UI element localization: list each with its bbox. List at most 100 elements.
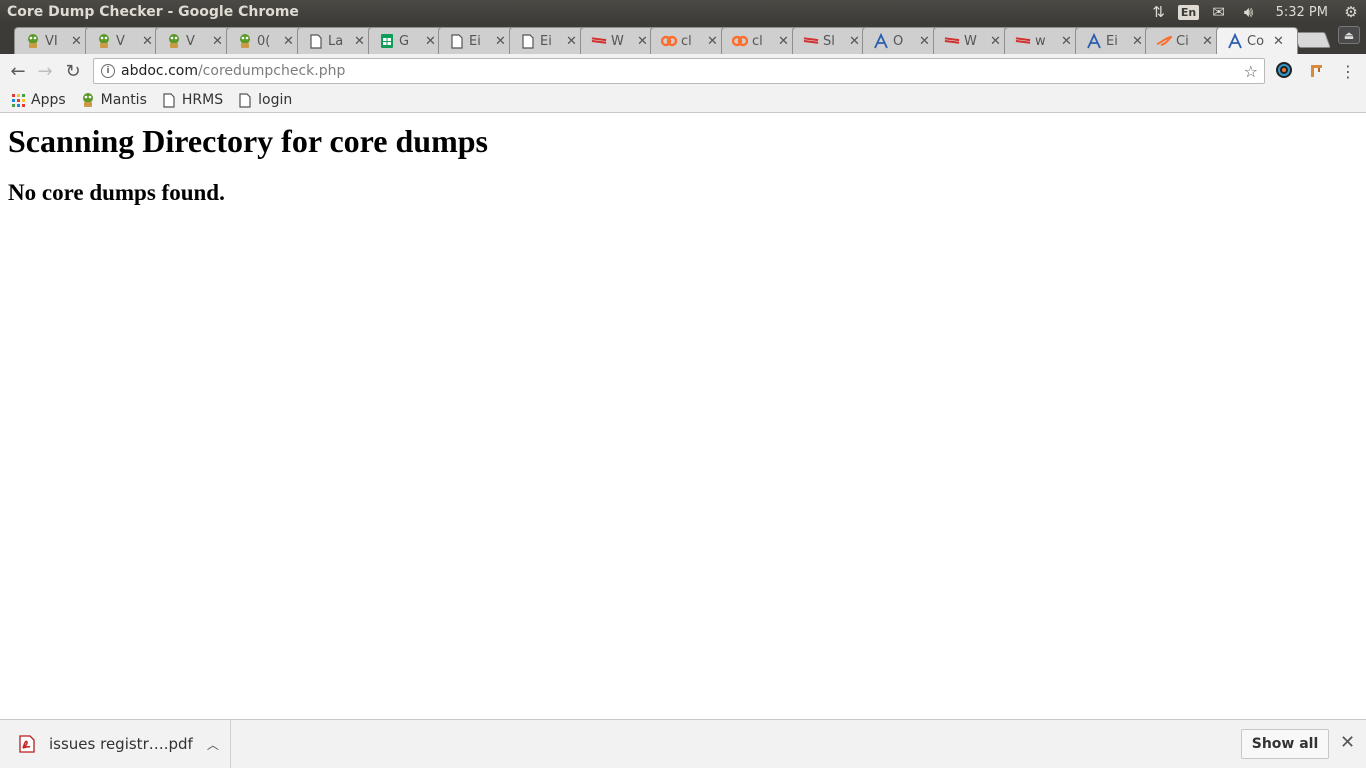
bookmark-label: Mantis: [100, 92, 147, 108]
tab-close-icon[interactable]: ✕: [990, 34, 1001, 49]
address-bar[interactable]: i abdoc.com/coredumpcheck.php ☆: [93, 58, 1265, 84]
close-icon[interactable]: ✕: [1340, 732, 1355, 753]
mantis-icon: [96, 33, 112, 49]
language-badge: En: [1177, 4, 1200, 20]
tab-close-icon[interactable]: ✕: [566, 34, 577, 49]
forward-arrow-icon[interactable]: →: [31, 57, 59, 85]
bookmark-label: Apps: [31, 92, 66, 108]
download-shelf: issues registr….pdf ︿ Show all ✕: [0, 719, 1366, 768]
extension-camera-icon[interactable]: [1274, 60, 1294, 80]
bookmark-label: login: [258, 92, 293, 108]
tab-close-icon[interactable]: ✕: [283, 34, 294, 49]
bird-icon: [1156, 33, 1173, 49]
tab-close-icon[interactable]: ✕: [495, 34, 506, 49]
show-all-button[interactable]: Show all: [1241, 729, 1329, 759]
browser-tab[interactable]: cl ✕: [721, 27, 803, 54]
page-content: Scanning Directory for core dumps No cor…: [0, 114, 1366, 719]
url-host: abdoc.com: [121, 63, 198, 79]
tab-title: G: [398, 33, 409, 49]
tab-title: V: [115, 33, 125, 49]
browser-tab[interactable]: Ei ✕: [508, 27, 591, 54]
pdf-file-icon: [19, 735, 35, 753]
bookmarks-bar: Apps Mantis HRMS login: [0, 88, 1366, 113]
bookmark-star-icon[interactable]: ☆: [1244, 62, 1258, 81]
tab-close-icon[interactable]: ✕: [425, 34, 436, 49]
volume-icon[interactable]: 🔊︎: [1238, 0, 1260, 24]
status-message: No core dumps found.: [8, 180, 225, 205]
bookmark-label: HRMS: [181, 92, 224, 108]
tab-close-icon[interactable]: ✕: [1273, 34, 1284, 49]
tab-title: cl: [752, 33, 763, 49]
keyboard-language-indicator[interactable]: En: [1177, 0, 1200, 24]
tab-title: 0(: [257, 33, 271, 49]
tab-close-icon[interactable]: ✕: [212, 34, 223, 49]
browser-tab[interactable]: cl ✕: [650, 27, 733, 54]
a-logo-icon: [1227, 33, 1243, 49]
tab-title: La: [327, 33, 344, 49]
tab-close-icon[interactable]: ✕: [354, 34, 365, 49]
page-icon: [237, 92, 253, 108]
tab-close-icon[interactable]: ✕: [71, 34, 82, 49]
browser-tab[interactable]: VI ✕: [14, 27, 96, 54]
mail-icon[interactable]: ✉: [1208, 0, 1230, 24]
browser-tab[interactable]: La ✕: [296, 27, 379, 54]
page-icon: [308, 33, 324, 49]
sheets-icon: [379, 33, 395, 49]
bookmark-hrms[interactable]: HRMS: [161, 92, 223, 108]
tab-title: Ei: [1105, 33, 1118, 49]
apps-grid-icon: [10, 92, 26, 108]
tab-close-icon[interactable]: ✕: [778, 34, 789, 49]
tab-title: V: [186, 33, 196, 49]
browser-tab[interactable]: w ✕: [1003, 27, 1086, 54]
tab-title: VI: [45, 33, 58, 49]
mantis-icon: [166, 33, 182, 49]
extension-tool-icon[interactable]: [1306, 60, 1326, 80]
browser-tab[interactable]: Ci ✕: [1145, 27, 1228, 54]
tab-title: Ei: [539, 33, 552, 49]
tab-title: Sl: [822, 33, 835, 49]
tab-close-icon[interactable]: ✕: [1132, 34, 1143, 49]
bookmark-mantis[interactable]: Mantis: [80, 92, 147, 108]
tab-close-icon[interactable]: ✕: [919, 34, 930, 49]
mantis-icon: [80, 92, 96, 108]
tab-strip: VI ✕ V ✕ V ✕ 0(✕ La ✕ G ✕ Ei ✕ Ei ✕ W ✕ cl ✕ cl ✕ Sl ✕ O ✕ W ✕ w ✕ Ei…: [0, 24, 1366, 54]
browser-tab[interactable]: Co ✕: [1215, 27, 1298, 54]
cpanel-icon: [732, 33, 748, 49]
system-indicators: ⇅ En ✉ 🔊︎ 5:32 PM ⚙: [1144, 0, 1366, 24]
tab-close-icon[interactable]: ✕: [142, 34, 153, 49]
chevron-up-icon[interactable]: ︿: [207, 736, 219, 753]
browser-tab[interactable]: Ei ✕: [438, 27, 521, 54]
page-icon: [520, 33, 536, 49]
back-arrow-icon[interactable]: ←: [4, 57, 32, 85]
tab-close-icon[interactable]: ✕: [1061, 34, 1072, 49]
tab-title: cl: [681, 33, 693, 49]
site-info-icon[interactable]: i: [101, 64, 115, 78]
tab-title: O: [893, 33, 904, 49]
reload-icon[interactable]: ↻: [59, 57, 87, 85]
tab-title: Co: [1246, 33, 1264, 49]
tab-close-icon[interactable]: ✕: [849, 34, 860, 49]
download-item[interactable]: issues registr….pdf ︿: [0, 720, 231, 768]
tab-close-icon[interactable]: ✕: [637, 34, 648, 49]
tab-title: Ci: [1176, 33, 1189, 49]
browser-tab[interactable]: 0( ✕: [226, 27, 309, 54]
a-logo-icon: [873, 33, 889, 49]
page-icon: [449, 33, 465, 49]
menu-kebab-icon[interactable]: ⋮: [1334, 57, 1362, 85]
url-path: /coredumpcheck.php: [197, 63, 346, 79]
tab-close-icon[interactable]: ✕: [707, 34, 718, 49]
profile-button[interactable]: ⏏: [1338, 26, 1360, 44]
browser-tab[interactable]: W ✕: [933, 27, 1016, 54]
bookmark-login[interactable]: login: [237, 92, 292, 108]
clock[interactable]: 5:32 PM: [1276, 5, 1328, 20]
tab-title: W: [964, 33, 977, 49]
tab-title: w: [1034, 33, 1046, 49]
settings-gear-icon[interactable]: ⚙: [1340, 0, 1362, 24]
a-logo-icon: [1086, 33, 1102, 49]
tab-close-icon[interactable]: ✕: [1202, 34, 1213, 49]
bookmark-apps[interactable]: Apps: [10, 92, 66, 108]
window-title-bar: Core Dump Checker - Google Chrome ⇅ En ✉…: [0, 0, 1366, 24]
tab-title: W: [610, 33, 624, 49]
network-icon[interactable]: ⇅: [1148, 0, 1170, 24]
new-tab-button[interactable]: [1293, 32, 1331, 48]
